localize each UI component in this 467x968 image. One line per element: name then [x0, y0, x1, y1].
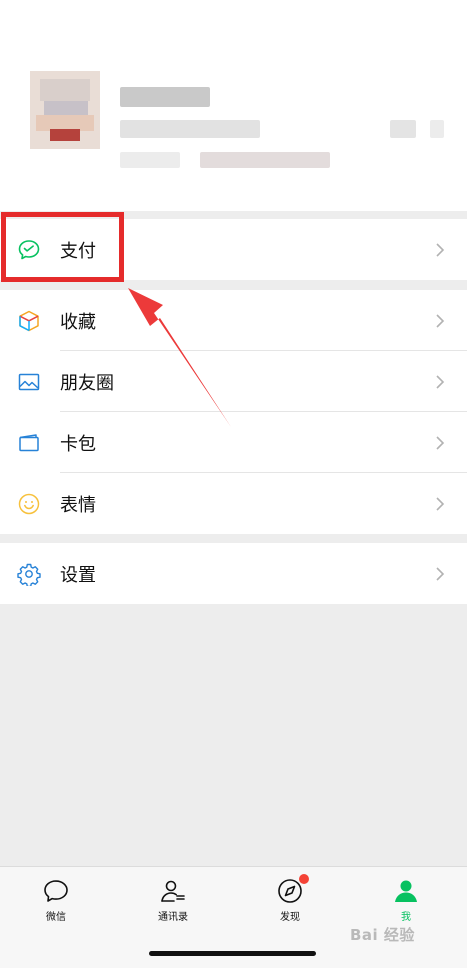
- menu-item-settings[interactable]: 设置: [0, 543, 467, 604]
- tab-discover[interactable]: 发现: [250, 874, 330, 923]
- settings-group: 设置: [0, 543, 467, 604]
- gear-icon: [17, 563, 41, 586]
- menu-label-settings: 设置: [60, 564, 96, 586]
- menu-item-favorites[interactable]: 收藏: [0, 290, 467, 351]
- chat-bubble-icon: [44, 880, 68, 902]
- tab-me[interactable]: 我: [366, 877, 446, 923]
- menu-item-moments[interactable]: 朋友圈: [0, 351, 467, 412]
- chevron-right-icon: [436, 242, 445, 257]
- menu-label-moments: 朋友圈: [60, 372, 114, 394]
- moments-photo-icon: [18, 373, 40, 390]
- smiley-icon: [18, 493, 40, 514]
- profile-chevron-blurred: [430, 120, 444, 138]
- wechat-id-blurred: [120, 120, 260, 138]
- chevron-right-icon: [436, 435, 445, 450]
- nickname-blurred: [120, 87, 210, 107]
- main-menu-group: 收藏 朋友圈 卡包 表情: [0, 290, 467, 534]
- qr-code-blurred[interactable]: [390, 120, 416, 138]
- chevron-right-icon: [436, 566, 445, 581]
- menu-item-stickers[interactable]: 表情: [0, 473, 467, 534]
- contacts-icon: [161, 880, 185, 902]
- card-wallet-icon: [19, 433, 39, 451]
- tab-label-me: 我: [401, 912, 411, 923]
- person-icon: [395, 880, 417, 902]
- tab-chats[interactable]: 微信: [16, 877, 96, 923]
- chevron-right-icon: [436, 496, 445, 511]
- menu-label-cards: 卡包: [60, 433, 96, 455]
- watermark: Bai 经验: [350, 926, 415, 944]
- profile-header[interactable]: [0, 0, 467, 211]
- chevron-right-icon: [436, 374, 445, 389]
- home-indicator[interactable]: [149, 951, 316, 956]
- chevron-right-icon: [436, 313, 445, 328]
- tab-label-contacts: 通讯录: [158, 912, 188, 923]
- menu-label-favorites: 收藏: [60, 311, 96, 333]
- favorites-cube-icon: [19, 310, 39, 331]
- notification-dot: [299, 874, 309, 884]
- status-detail-blurred: [200, 152, 330, 168]
- menu-item-cards[interactable]: 卡包: [0, 412, 467, 473]
- tab-label-chats: 微信: [46, 912, 66, 923]
- tab-label-discover: 发现: [280, 912, 300, 923]
- status-blurred: [120, 152, 180, 168]
- highlight-box: [1, 212, 124, 282]
- menu-label-stickers: 表情: [60, 494, 96, 516]
- tab-contacts[interactable]: 通讯录: [133, 877, 213, 923]
- avatar[interactable]: [30, 71, 100, 149]
